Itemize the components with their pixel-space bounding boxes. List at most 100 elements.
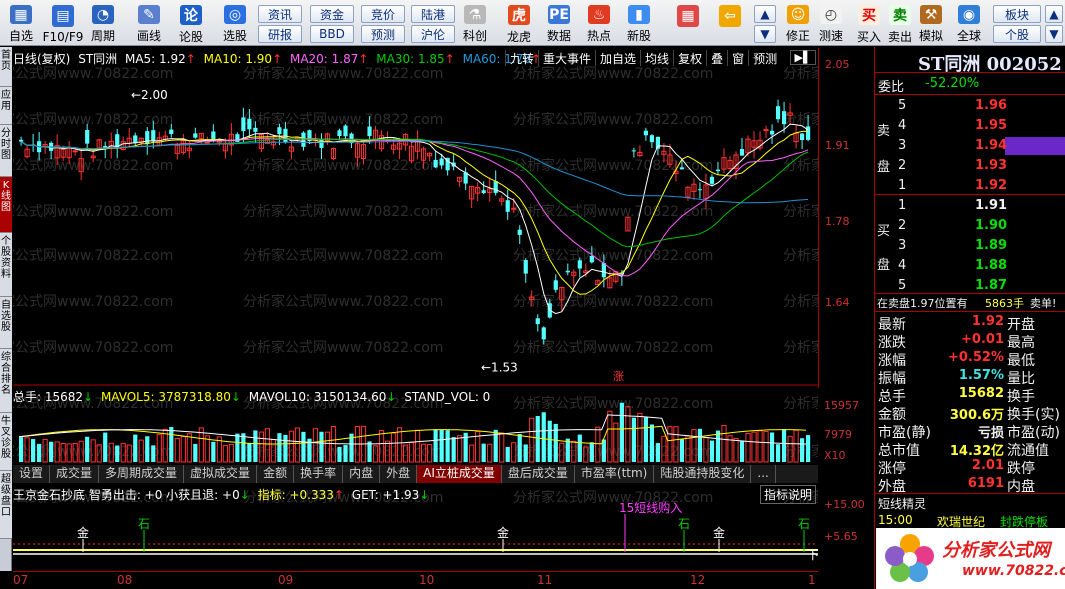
indicator-tab[interactable]: 成交量 <box>50 465 100 483</box>
site-ad-banner[interactable]: 分析家公式网 www.70822.com <box>876 528 1065 589</box>
indicator-help-button[interactable]: 指标说明 <box>760 485 817 504</box>
toolbar-text-button[interactable]: 沪伦 <box>411 25 455 43</box>
candle-body-down <box>517 229 522 235</box>
toolbar-text-button[interactable]: 资讯 <box>258 5 302 23</box>
toolbar-text-button[interactable]: 板块 <box>993 5 1041 23</box>
indicator-tab[interactable]: 市盈率(ttm) <box>575 465 655 483</box>
indicator-tab[interactable]: 外盘 <box>380 465 418 483</box>
volume-bar-down <box>481 443 486 462</box>
indicator-tab[interactable]: 多周期成交量 <box>99 465 185 483</box>
toolbar-text-button[interactable]: 竞价 <box>361 5 405 23</box>
chart-scroll-icon[interactable]: ▶▌ <box>790 50 816 65</box>
toolbar-globe-button[interactable]: ◉ 全球 <box>953 2 985 44</box>
left-tab[interactable]: 个股资料 <box>0 233 12 297</box>
volume-bar-down <box>547 420 552 462</box>
left-tab[interactable]: K线图 <box>0 177 12 233</box>
toolbar-table-button[interactable]: ▤ F10/F9 <box>42 2 84 44</box>
scroll-up-button[interactable]: ▲ <box>754 5 776 23</box>
left-tab[interactable]: 超级盘口 <box>0 471 12 539</box>
scroll-down-button[interactable]: ▼ <box>754 25 776 43</box>
ask-price[interactable]: 1.92 <box>975 178 1007 193</box>
toolbar-text-button[interactable]: 预测 <box>361 25 405 43</box>
toolbar-text-button[interactable]: 研报 <box>258 25 302 43</box>
toolbar-hot-button[interactable]: ♨ 热点 <box>580 2 618 44</box>
toolbar-tiles-button[interactable]: ▦ <box>672 2 704 44</box>
left-tab[interactable]: 自选股 <box>0 297 12 349</box>
toolbar-pencil-button[interactable]: ✎ 画线 <box>130 2 168 44</box>
toolbar-text-button[interactable]: 陆港 <box>411 5 455 23</box>
elf-title[interactable]: 短线精灵 <box>878 495 926 512</box>
chart-tool-button[interactable]: 均线 <box>640 50 673 66</box>
indicator-tab[interactable]: AI立桩成交量 <box>417 465 502 483</box>
volume-header: 总手: 15682↓ MAVOL5: 3787318.80↓ MAVOL10: … <box>13 388 490 405</box>
indicator-tab[interactable]: 内盘 <box>343 465 381 483</box>
stat-label: 最高 <box>1007 335 1035 351</box>
toolbar-scroll-button[interactable]: ▼ <box>1045 25 1063 43</box>
toolbar-sell-button[interactable]: 卖卖出 <box>884 2 916 44</box>
toolbar-discuss-button[interactable]: 论论股 <box>172 2 210 44</box>
ask-price[interactable]: 1.94 <box>975 138 1007 153</box>
watermark-text: 分析家公式网www.70822.com <box>13 339 173 356</box>
indicator-tab[interactable]: 金额 <box>257 465 295 483</box>
toolbar-buy-button[interactable]: 买买入 <box>853 2 885 44</box>
chart-tool-button[interactable]: 预测 <box>748 50 781 66</box>
indicator-tab[interactable]: 设置 <box>13 465 51 483</box>
stat-value: +0.52% <box>948 350 1004 365</box>
volume-bar-down <box>451 437 456 462</box>
volume-bar-down <box>37 443 42 462</box>
indicator-tab[interactable]: 陆股通持股变化 <box>654 465 752 483</box>
chart-tool-button[interactable]: 九转 <box>505 50 538 66</box>
indicator-tab[interactable]: 虚拟成交量 <box>184 465 258 483</box>
toolbar-grid-button[interactable]: ▦ 自选 <box>2 2 40 44</box>
toolbar-text-button[interactable]: 个股 <box>993 25 1041 43</box>
low-price-annotation: ←1.53 <box>481 361 518 375</box>
watermark-text: 分析家公式网www.70822.com <box>513 157 713 174</box>
left-tab[interactable]: 首页 <box>0 47 12 87</box>
toolbar-back-arrow-button[interactable]: ⇦ <box>714 2 746 44</box>
chart-tool-button[interactable]: 加自选 <box>595 50 640 66</box>
toolbar-hammer-button[interactable]: ⚒ 模拟 <box>915 2 947 44</box>
bid-price[interactable]: 1.90 <box>975 218 1007 233</box>
toolbar-tiger-button[interactable]: 虎龙虎 <box>500 2 538 44</box>
volume-bar-down <box>247 442 252 462</box>
chart-tool-button[interactable]: 复权 <box>673 50 706 66</box>
toolbar-text-button[interactable]: 资金 <box>310 5 354 23</box>
ask-price[interactable]: 1.93 <box>975 158 1007 173</box>
toolbar-science-button[interactable]: ⚗ 科创 <box>456 2 494 44</box>
period-label[interactable]: 日线(复权) <box>13 52 70 66</box>
bid-price[interactable]: 1.89 <box>975 238 1007 253</box>
toolbar-pe-button[interactable]: PE 数据 <box>540 2 578 44</box>
toolbar-new-stock-button[interactable]: ▮ 新股 <box>620 2 658 44</box>
bid-price[interactable]: 1.87 <box>975 278 1007 293</box>
toolbar-clock-button[interactable]: ◔ 周期 <box>84 2 122 44</box>
weibi-value: -52.20% <box>925 76 980 91</box>
left-tab[interactable]: 牛叉诊股 <box>0 413 12 471</box>
indicator-tab[interactable]: 换手率 <box>294 465 344 483</box>
candle-body-down <box>553 280 558 290</box>
left-tab[interactable]: 应用 <box>0 87 12 125</box>
toolbar-scroll-button[interactable]: ▲ <box>1045 5 1063 23</box>
toolbar-speed-clock-button[interactable]: ◴ 测速 <box>815 2 847 44</box>
sell-icon: 卖 <box>889 5 911 25</box>
toolbar-compass-button[interactable]: ◎ 选股 <box>216 2 254 44</box>
indicator-tab[interactable]: 盘后成交量 <box>502 465 575 483</box>
candle-body-down <box>319 139 324 148</box>
left-tab[interactable]: 综合排名 <box>0 349 12 413</box>
toolbar-text-button[interactable]: BBD <box>310 25 354 43</box>
bid-price[interactable]: 1.91 <box>975 198 1007 213</box>
candle-body-down <box>505 200 510 212</box>
candle-body-down <box>577 260 582 269</box>
chart-tool-button[interactable]: 叠 <box>706 50 727 66</box>
ask-price[interactable]: 1.95 <box>975 118 1007 133</box>
indicator-tab[interactable]: ... <box>751 465 776 483</box>
indicator-subtabs: 设置 成交量 多周期成交量 虚拟成交量 金额 换手率 内盘 外盘 AI立桩成交量 盘后成交量 市盈率… <box>13 465 818 483</box>
ask-price[interactable]: 1.96 <box>975 98 1007 113</box>
left-tab[interactable]: 分时图 <box>0 125 12 177</box>
toolbar-label: 自选 <box>8 29 33 43</box>
chart-tool-button[interactable]: 窗 <box>727 50 748 66</box>
indicator-signal: 15短线购入 <box>619 500 682 515</box>
stock-title[interactable]: ST同洲 002052 <box>918 50 1062 76</box>
chart-tool-button[interactable]: 重大事件 <box>538 50 595 66</box>
toolbar-smile-button[interactable]: ☺ 修正 <box>782 2 814 44</box>
bid-price[interactable]: 1.88 <box>975 258 1007 273</box>
